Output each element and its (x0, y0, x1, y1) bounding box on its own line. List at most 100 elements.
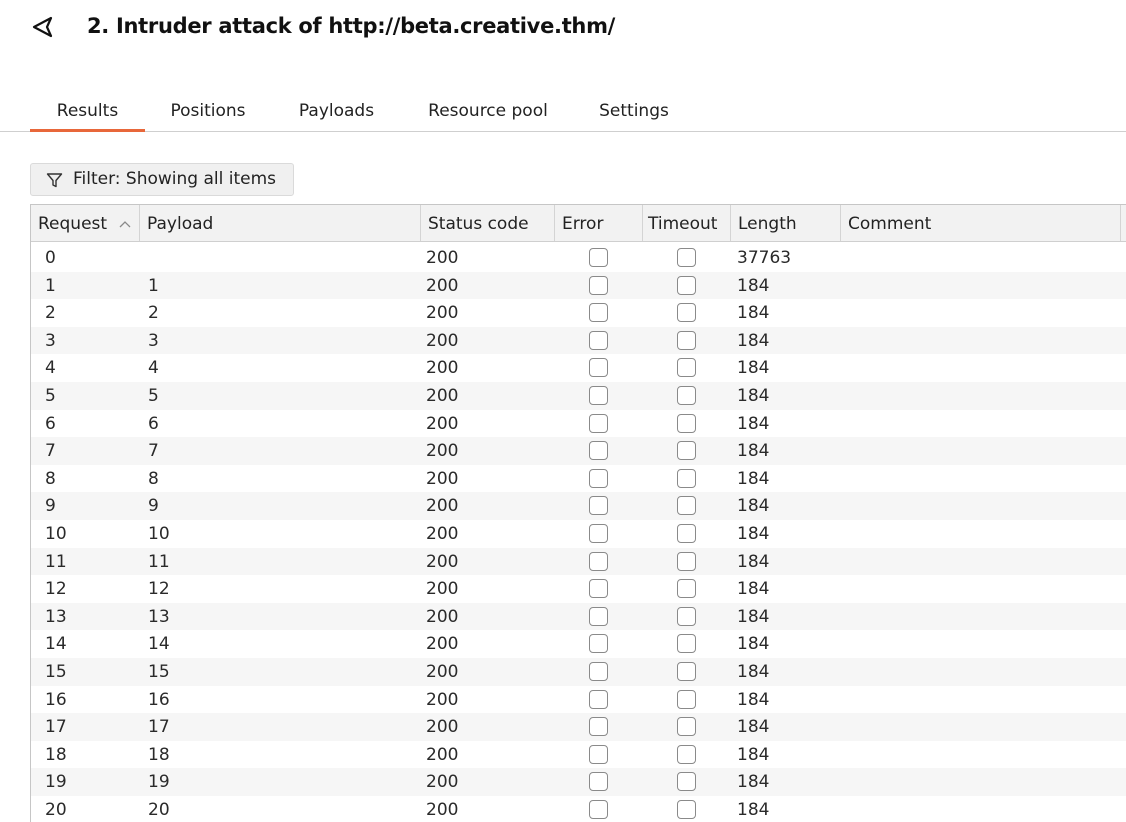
error-checkbox (589, 496, 608, 516)
timeout-checkbox (677, 717, 696, 737)
cell-status-code: 200 (426, 717, 459, 738)
table-row[interactable]: 20 20 200 184 (31, 796, 1126, 822)
cell-length: 184 (737, 330, 770, 351)
cell-status-code: 200 (426, 606, 459, 627)
cell-length: 37763 (737, 248, 792, 268)
timeout-checkbox (677, 413, 696, 433)
cell-payload: 7 (148, 441, 159, 462)
cell-payload: 6 (148, 413, 159, 434)
table-row[interactable]: 5 5 200 184 (31, 381, 1126, 410)
timeout-checkbox (677, 275, 696, 295)
cell-status-code: 200 (426, 551, 459, 572)
timeout-checkbox (677, 248, 696, 267)
cell-payload: 15 (148, 661, 170, 682)
column-header-request[interactable]: Request (31, 205, 140, 241)
cell-payload: 20 (148, 799, 170, 820)
error-checkbox (589, 330, 608, 350)
cell-length: 184 (737, 799, 770, 820)
table-row[interactable]: 9 9 200 184 (31, 492, 1126, 520)
tab-results[interactable]: Results (30, 96, 145, 132)
results-table: Request Payload Status code Error Timeou… (30, 204, 1126, 822)
error-checkbox (589, 717, 608, 737)
column-header-request-label: Request (38, 214, 108, 234)
cell-request: 0 (45, 248, 56, 268)
cell-length: 184 (737, 661, 770, 682)
cell-status-code: 200 (426, 303, 459, 324)
cell-request: 17 (45, 717, 67, 738)
cell-payload: 8 (148, 468, 159, 489)
tab-bar: Results Positions Payloads Resource pool… (0, 96, 1126, 132)
timeout-checkbox (677, 468, 696, 488)
cell-length: 184 (737, 303, 770, 324)
back-arrow-icon[interactable] (30, 14, 56, 40)
cell-request: 16 (45, 689, 67, 710)
table-row[interactable]: 7 7 200 184 (31, 437, 1126, 465)
timeout-checkbox (677, 385, 696, 405)
table-row[interactable]: 12 12 200 184 (31, 575, 1126, 603)
table-row[interactable]: 0 200 37763 (31, 244, 1126, 272)
table-row[interactable]: 2 2 200 184 (31, 299, 1126, 327)
table-row[interactable]: 10 10 200 184 (31, 520, 1126, 548)
cell-payload: 11 (148, 551, 170, 572)
cell-length: 184 (737, 634, 770, 655)
table-row[interactable]: 6 6 200 184 (31, 410, 1126, 438)
tab-settings[interactable]: Settings (585, 96, 683, 129)
cell-payload: 10 (148, 523, 170, 544)
tab-payloads[interactable]: Payloads (283, 96, 390, 129)
timeout-checkbox (677, 523, 696, 543)
error-checkbox (589, 385, 608, 405)
table-row[interactable]: 8 8 200 184 (31, 465, 1126, 493)
cell-request: 1 (45, 275, 56, 296)
table-header: Request Payload Status code Error Timeou… (31, 205, 1126, 242)
cell-length: 184 (737, 275, 770, 296)
column-header-error[interactable]: Error (555, 205, 643, 241)
column-header-length[interactable]: Length (731, 205, 841, 241)
tab-resource-pool[interactable]: Resource pool (413, 96, 563, 129)
cell-request: 8 (45, 468, 56, 489)
cell-request: 14 (45, 634, 67, 655)
timeout-checkbox (677, 799, 696, 819)
table-row[interactable]: 4 4 200 184 (31, 354, 1126, 382)
timeout-checkbox (677, 772, 696, 792)
filter-button[interactable]: Filter: Showing all items (30, 163, 294, 196)
cell-status-code: 200 (426, 468, 459, 489)
timeout-checkbox (677, 579, 696, 599)
table-row[interactable]: 17 17 200 184 (31, 713, 1126, 741)
cell-payload: 3 (148, 330, 159, 351)
cell-length: 184 (737, 523, 770, 544)
table-row[interactable]: 19 19 200 184 (31, 768, 1126, 796)
error-checkbox (589, 579, 608, 599)
timeout-checkbox (677, 661, 696, 681)
cell-payload: 1 (148, 275, 159, 296)
column-header-payload[interactable]: Payload (140, 205, 421, 241)
table-row[interactable]: 3 3 200 184 (31, 326, 1126, 355)
cell-length: 184 (737, 689, 770, 710)
cell-status-code: 200 (426, 523, 459, 544)
error-checkbox (589, 358, 608, 378)
cell-payload: 14 (148, 634, 170, 655)
timeout-checkbox (677, 441, 696, 461)
cell-request: 11 (45, 551, 67, 572)
cell-payload: 18 (148, 744, 170, 765)
table-row[interactable]: 18 18 200 184 (31, 741, 1126, 769)
tab-positions[interactable]: Positions (155, 96, 261, 129)
table-row[interactable]: 14 14 200 184 (31, 630, 1126, 658)
cell-request: 4 (45, 358, 56, 379)
table-row[interactable]: 16 16 200 184 (31, 686, 1126, 714)
error-checkbox (589, 303, 608, 323)
timeout-checkbox (677, 744, 696, 764)
cell-status-code: 200 (426, 496, 459, 517)
column-header-timeout[interactable]: Timeout (643, 205, 731, 241)
column-header-comment[interactable]: Comment (841, 205, 1121, 241)
column-header-status-code[interactable]: Status code (421, 205, 555, 241)
cell-request: 15 (45, 661, 67, 682)
table-row[interactable]: 11 11 200 184 (31, 547, 1126, 576)
table-row[interactable]: 13 13 200 184 (31, 602, 1126, 631)
cell-request: 13 (45, 606, 67, 627)
error-checkbox (589, 772, 608, 792)
cell-payload: 2 (148, 303, 159, 324)
table-row[interactable]: 15 15 200 184 (31, 657, 1126, 686)
timeout-checkbox (677, 551, 696, 571)
cell-length: 184 (737, 551, 770, 572)
table-row[interactable]: 1 1 200 184 (31, 271, 1126, 300)
